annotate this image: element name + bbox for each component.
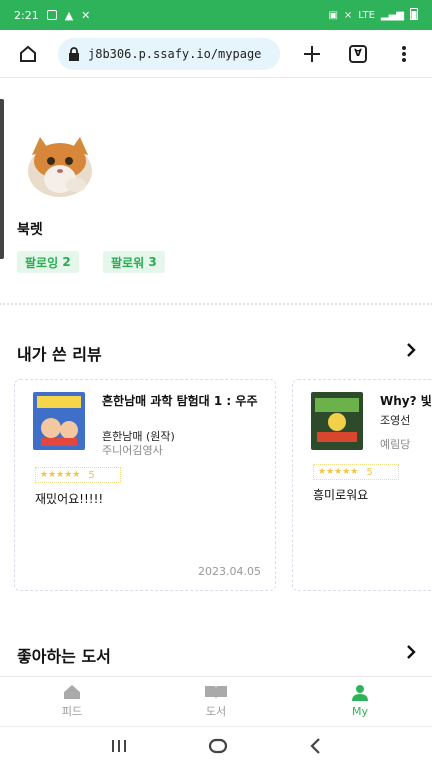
my-reviews-title: 내가 쓴 리뷰 <box>17 345 102 364</box>
following-label: 팔로잉 <box>25 255 59 270</box>
vibrate-icon: ▣ <box>328 9 338 21</box>
home-button[interactable] <box>12 38 44 70</box>
address-bar[interactable]: j8b306.p.ssafy.io/mypage <box>58 37 280 70</box>
lock-icon <box>69 46 79 61</box>
star-rating: ★★★★★ 5 <box>35 467 121 483</box>
review-card[interactable]: 흔한남매 과학 탐험대 1 : 우주 흔한남매 (원작) 주니어김영사 ★★★★… <box>14 379 276 591</box>
home-icon <box>64 684 80 699</box>
signal-icon: ▂▄▆ <box>380 9 404 21</box>
rating-value: 5 <box>366 466 373 478</box>
chevron-right-icon <box>407 343 416 357</box>
book-title: Why? 빛 <box>380 394 432 408</box>
nav-my-label: My <box>351 705 368 718</box>
following-chip[interactable]: 팔로잉 2 <box>17 251 79 273</box>
chevron-right-icon <box>407 645 416 659</box>
profile-nickname: 북렛 <box>17 222 43 238</box>
new-tab-button[interactable] <box>296 38 328 70</box>
home-icon <box>20 45 36 62</box>
stars: ★★★★★ <box>40 470 81 480</box>
app-notification-icon: ▲ <box>64 8 74 22</box>
stars: ★★★★★ <box>318 467 359 477</box>
review-text: 재밌어요!!!!! <box>35 492 104 506</box>
star-rating: ★★★★★ 5 <box>313 464 399 480</box>
my-reviews-more-button[interactable] <box>406 342 416 361</box>
nav-my[interactable]: My <box>288 677 432 725</box>
system-nav-bar <box>0 726 432 768</box>
nav-feed[interactable]: 피드 <box>0 677 144 725</box>
book-publisher: 예림당 <box>380 438 411 451</box>
muted-icon: ✕ <box>81 8 91 22</box>
nav-books[interactable]: 도서 <box>144 677 288 725</box>
back-icon <box>310 737 321 754</box>
recent-apps-icon <box>111 740 126 752</box>
rating-value: 5 <box>88 469 95 481</box>
circle-home-icon <box>208 738 228 753</box>
browser-toolbar: j8b306.p.ssafy.io/mypage ∀ <box>0 30 432 78</box>
book-publisher: 주니어김영사 <box>102 444 163 457</box>
home-nav-button[interactable] <box>208 738 228 758</box>
plus-icon <box>304 45 320 62</box>
wifi-off-icon: ⨯ <box>343 9 353 21</box>
bottom-nav: 피드 도서 My <box>0 676 432 725</box>
book-icon <box>205 685 227 699</box>
person-icon <box>352 685 368 701</box>
section-divider <box>0 303 432 305</box>
status-bar: 2:21 ▲ ✕ ▣ ⨯ LTE ▂▄▆ <box>0 0 432 30</box>
nav-feed-label: 피드 <box>61 704 83 718</box>
review-text: 흥미로워요 <box>313 488 369 502</box>
book-title: 흔한남매 과학 탐험대 1 : 우주 <box>102 394 258 408</box>
tab-switcher-button[interactable]: ∀ <box>342 38 374 70</box>
review-date: 2023.04.05 <box>198 565 261 578</box>
battery-icon <box>410 7 418 23</box>
status-time: 2:21 <box>14 8 39 22</box>
more-vert-icon <box>402 45 406 62</box>
book-author: 조영선 <box>380 414 411 427</box>
liked-books-more-button[interactable] <box>406 644 416 663</box>
scroll-indicator <box>0 99 4 259</box>
follower-label: 팔로워 <box>111 255 145 270</box>
notification-icon <box>46 10 57 20</box>
avatar <box>24 131 96 203</box>
book-cover <box>33 392 85 450</box>
page-content: 북렛 팔로잉 2 팔로워 3 내가 쓴 리뷰 흔한남매 과학 탐험대 1 : 우… <box>0 79 432 676</box>
nav-books-label: 도서 <box>205 704 227 718</box>
tab-count: ∀ <box>349 44 367 63</box>
recent-apps-button[interactable] <box>111 738 127 757</box>
url-text: j8b306.p.ssafy.io/mypage <box>88 46 262 61</box>
follower-chip[interactable]: 팔로워 3 <box>103 251 165 273</box>
following-count: 2 <box>62 255 71 269</box>
menu-button[interactable] <box>388 38 420 70</box>
back-button[interactable] <box>309 737 321 758</box>
lte-badge: LTE <box>358 9 375 21</box>
follower-count: 3 <box>148 255 157 269</box>
review-card[interactable]: Why? 빛 조영선 예림당 ★★★★★ 5 흥미로워요 <box>292 379 432 591</box>
book-cover <box>311 392 363 450</box>
liked-books-title: 좋아하는 도서 <box>17 647 111 666</box>
